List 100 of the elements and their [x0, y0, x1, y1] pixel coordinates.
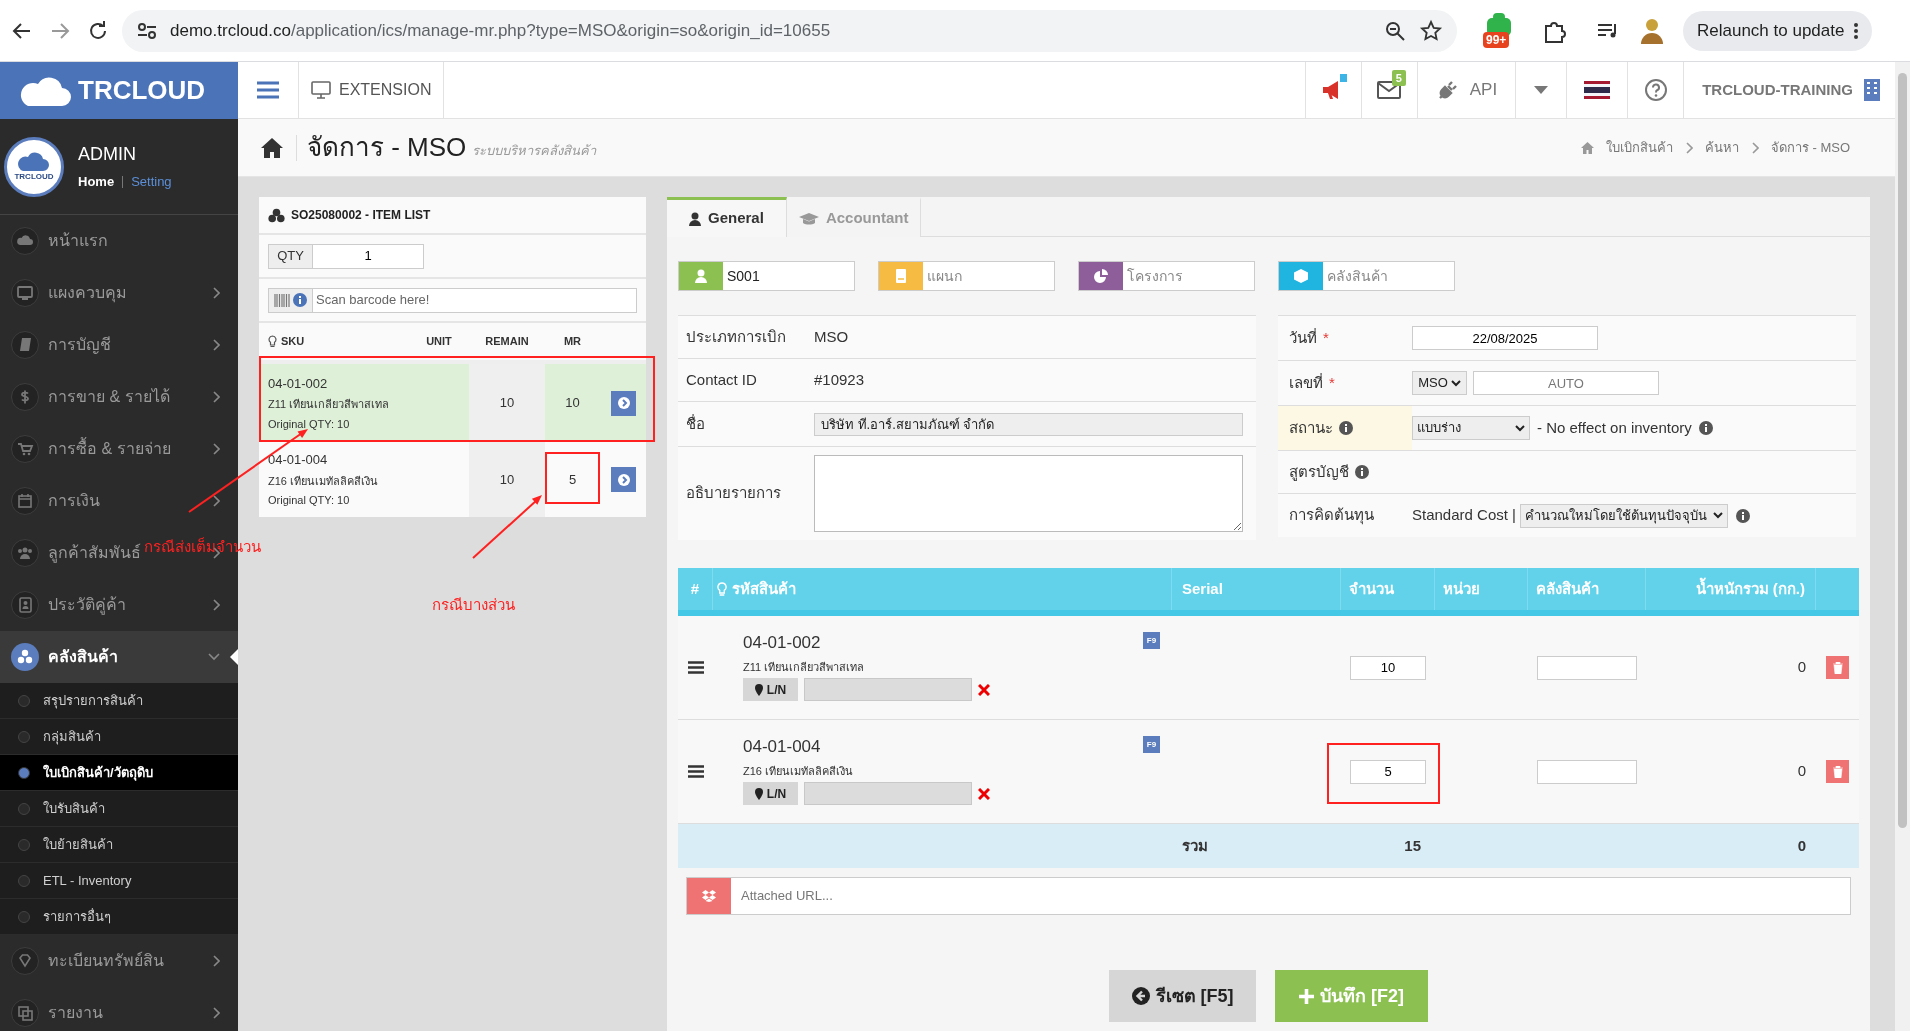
lot-button[interactable]: L/N [743, 678, 798, 701]
field-label: ชื่อ [685, 413, 706, 434]
trash-icon [1832, 661, 1843, 674]
sidebar-item[interactable]: การซื้อ & รายจ่าย [48, 437, 171, 461]
monitor-icon [10, 278, 40, 308]
tab[interactable]: General [667, 197, 787, 237]
sidebar-subitem[interactable]: สรุปรายการสินค้า [0, 683, 238, 719]
column-header: น้ำหนักรวม (กก.) [1695, 577, 1805, 599]
field-label: สูตรบัญชี [1289, 461, 1349, 483]
caret-icon [1515, 424, 1525, 432]
remove-icon[interactable] [978, 683, 990, 696]
column-header: รหัสสินค้า [732, 578, 796, 599]
name-field[interactable]: บริษัท ที.อาร์.สยามภัณฑ์ จำกัด [814, 412, 1243, 436]
notification-badge: 99+ [1483, 31, 1510, 48]
breadcrumb-link[interactable]: ใบเบิกสินค้า [1605, 137, 1673, 158]
cost-select[interactable]: คำนวณใหม่โดยใช้ต้นทุนปัจจุบัน [1519, 503, 1728, 528]
column-header: จำนวน [1349, 578, 1394, 599]
remove-icon[interactable] [978, 787, 990, 800]
lot-button[interactable]: L/N [743, 782, 798, 805]
cart-icon [10, 434, 40, 464]
product-code: 04-01-002 [743, 632, 821, 654]
sidebar-subitem[interactable]: ใบเบิกสินค้า/วัตถุดิบ [0, 755, 238, 791]
star-icon[interactable] [1419, 18, 1443, 43]
boxes-icon [10, 642, 40, 672]
field-label: การคิดต้นทุน [1289, 505, 1374, 527]
date-field[interactable]: 22/08/2025 [1412, 326, 1598, 350]
shortcut-key-button[interactable]: F9 [1143, 736, 1160, 753]
scrollbar[interactable] [1895, 62, 1910, 1031]
description-field[interactable] [814, 455, 1243, 532]
warehouse-field[interactable] [1537, 655, 1637, 680]
sidebar-item[interactable]: การขาย & รายได้ [48, 385, 170, 409]
status-select[interactable]: แบบร่าง [1412, 416, 1530, 440]
sidebar-item[interactable]: การบัญชี [48, 333, 111, 357]
reset-button[interactable]: รีเซต [F5] [1109, 970, 1256, 1022]
weight-value: 0 [1797, 657, 1806, 678]
quantity-field[interactable]: 10 [1350, 655, 1426, 680]
breadcrumb-link[interactable]: ค้นหา [1704, 137, 1739, 158]
remain-value: 10 [499, 394, 515, 413]
total-quantity: 15 [1403, 835, 1422, 856]
quantity-field[interactable]: 5 [1350, 759, 1426, 784]
caret-icon [1534, 86, 1549, 94]
original-qty: Original QTY: 10 [268, 493, 351, 509]
sidebar-subitem[interactable]: ใบย้ายสินค้า [0, 827, 238, 863]
info-icon [1698, 421, 1713, 435]
brand-logo[interactable]: TRCLOUD [0, 62, 238, 119]
address-bar[interactable]: demo.trcloud.co/application/ics/manage-mr.php?type=MSO&origin=so&origin_id=10655 [122, 9, 1457, 52]
relaunch-button[interactable]: Relaunch to update [1683, 10, 1873, 51]
delete-button[interactable] [1826, 760, 1849, 783]
sidebar-item[interactable]: หน้าแรก [48, 229, 108, 253]
calendar-icon [10, 486, 40, 516]
lot-field[interactable] [804, 678, 972, 701]
page-title: จัดการ - MSO [307, 131, 467, 164]
product-name: Z16 เทียนเมทัลลิคสีเงิน [743, 763, 854, 779]
delete-button[interactable] [1826, 656, 1849, 679]
sidebar-subitem[interactable]: กลุ่มสินค้า [0, 719, 238, 755]
sidebar-item[interactable]: แผงควบคุม [48, 281, 127, 305]
info-icon [1339, 421, 1353, 435]
sidebar-subitem[interactable]: ใบรับสินค้า [0, 791, 238, 827]
prefix-select[interactable]: MSO [1412, 371, 1467, 395]
item-row[interactable]: 04-01-002 Z11 เทียนเกลียวสีพาสเทล Original QTY: 10 10 10 [259, 364, 646, 442]
column-header: UNIT [425, 334, 453, 350]
home-link[interactable]: Home [78, 172, 115, 192]
api-button[interactable]: API [1417, 62, 1516, 118]
breadcrumb-link[interactable]: จัดการ - MSO [1770, 137, 1850, 158]
caret-icon [1450, 379, 1461, 387]
go-button[interactable] [611, 467, 636, 492]
warehouse-field[interactable] [1537, 759, 1637, 784]
sidebar-item[interactable]: ลูกค้าสัมพันธ์ [48, 541, 141, 565]
scrollbar-thumb[interactable] [1898, 73, 1907, 828]
setting-link[interactable]: Setting [131, 172, 172, 192]
column-header: หน่วย [1443, 578, 1480, 599]
company-button[interactable]: TRCLOUD-TRAINING [1684, 62, 1895, 118]
cloud-icon [16, 152, 52, 172]
go-button[interactable] [611, 390, 636, 416]
boxes-icon [268, 207, 285, 223]
extension-button[interactable]: EXTENSION [299, 62, 444, 118]
sidebar-item[interactable]: การเงิน [48, 489, 100, 513]
bulb-icon [268, 335, 277, 348]
url-text: demo.trcloud.co/application/ics/manage-mr.php?type=MSO&origin=so&origin_id=10655 [170, 19, 831, 42]
bullet-icon [18, 874, 30, 887]
lot-field[interactable] [804, 782, 972, 805]
number-field[interactable]: AUTO [1473, 371, 1659, 395]
total-weight: 0 [1796, 835, 1807, 856]
sidebar-item[interactable]: ทะเบียนทรัพย์สิน [48, 949, 164, 973]
mr-value: 5 [568, 470, 577, 489]
back-circle-icon [1131, 987, 1150, 1005]
shortcut-key-button[interactable]: F9 [1143, 632, 1160, 649]
chevron-icon [1750, 141, 1759, 154]
sidebar-subitem[interactable]: รายการอื่นๆ [0, 899, 238, 935]
column-header: REMAIN [484, 334, 530, 350]
annotation-box [545, 452, 600, 504]
sidebar-item[interactable]: คลังสินค้า [0, 631, 238, 683]
sidebar-item[interactable]: รายงาน [48, 1001, 103, 1025]
field-label: เลขที่ [1289, 372, 1323, 393]
user-avatar: TRCLOUD [4, 136, 64, 197]
monitor-icon [311, 81, 331, 99]
arrow-circle-icon [617, 473, 630, 486]
sidebar-item[interactable]: ประวัติคู่ค้า [48, 593, 126, 617]
field-value: MSO [814, 326, 849, 347]
sidebar-subitem[interactable]: ETL - Inventory [0, 863, 238, 899]
